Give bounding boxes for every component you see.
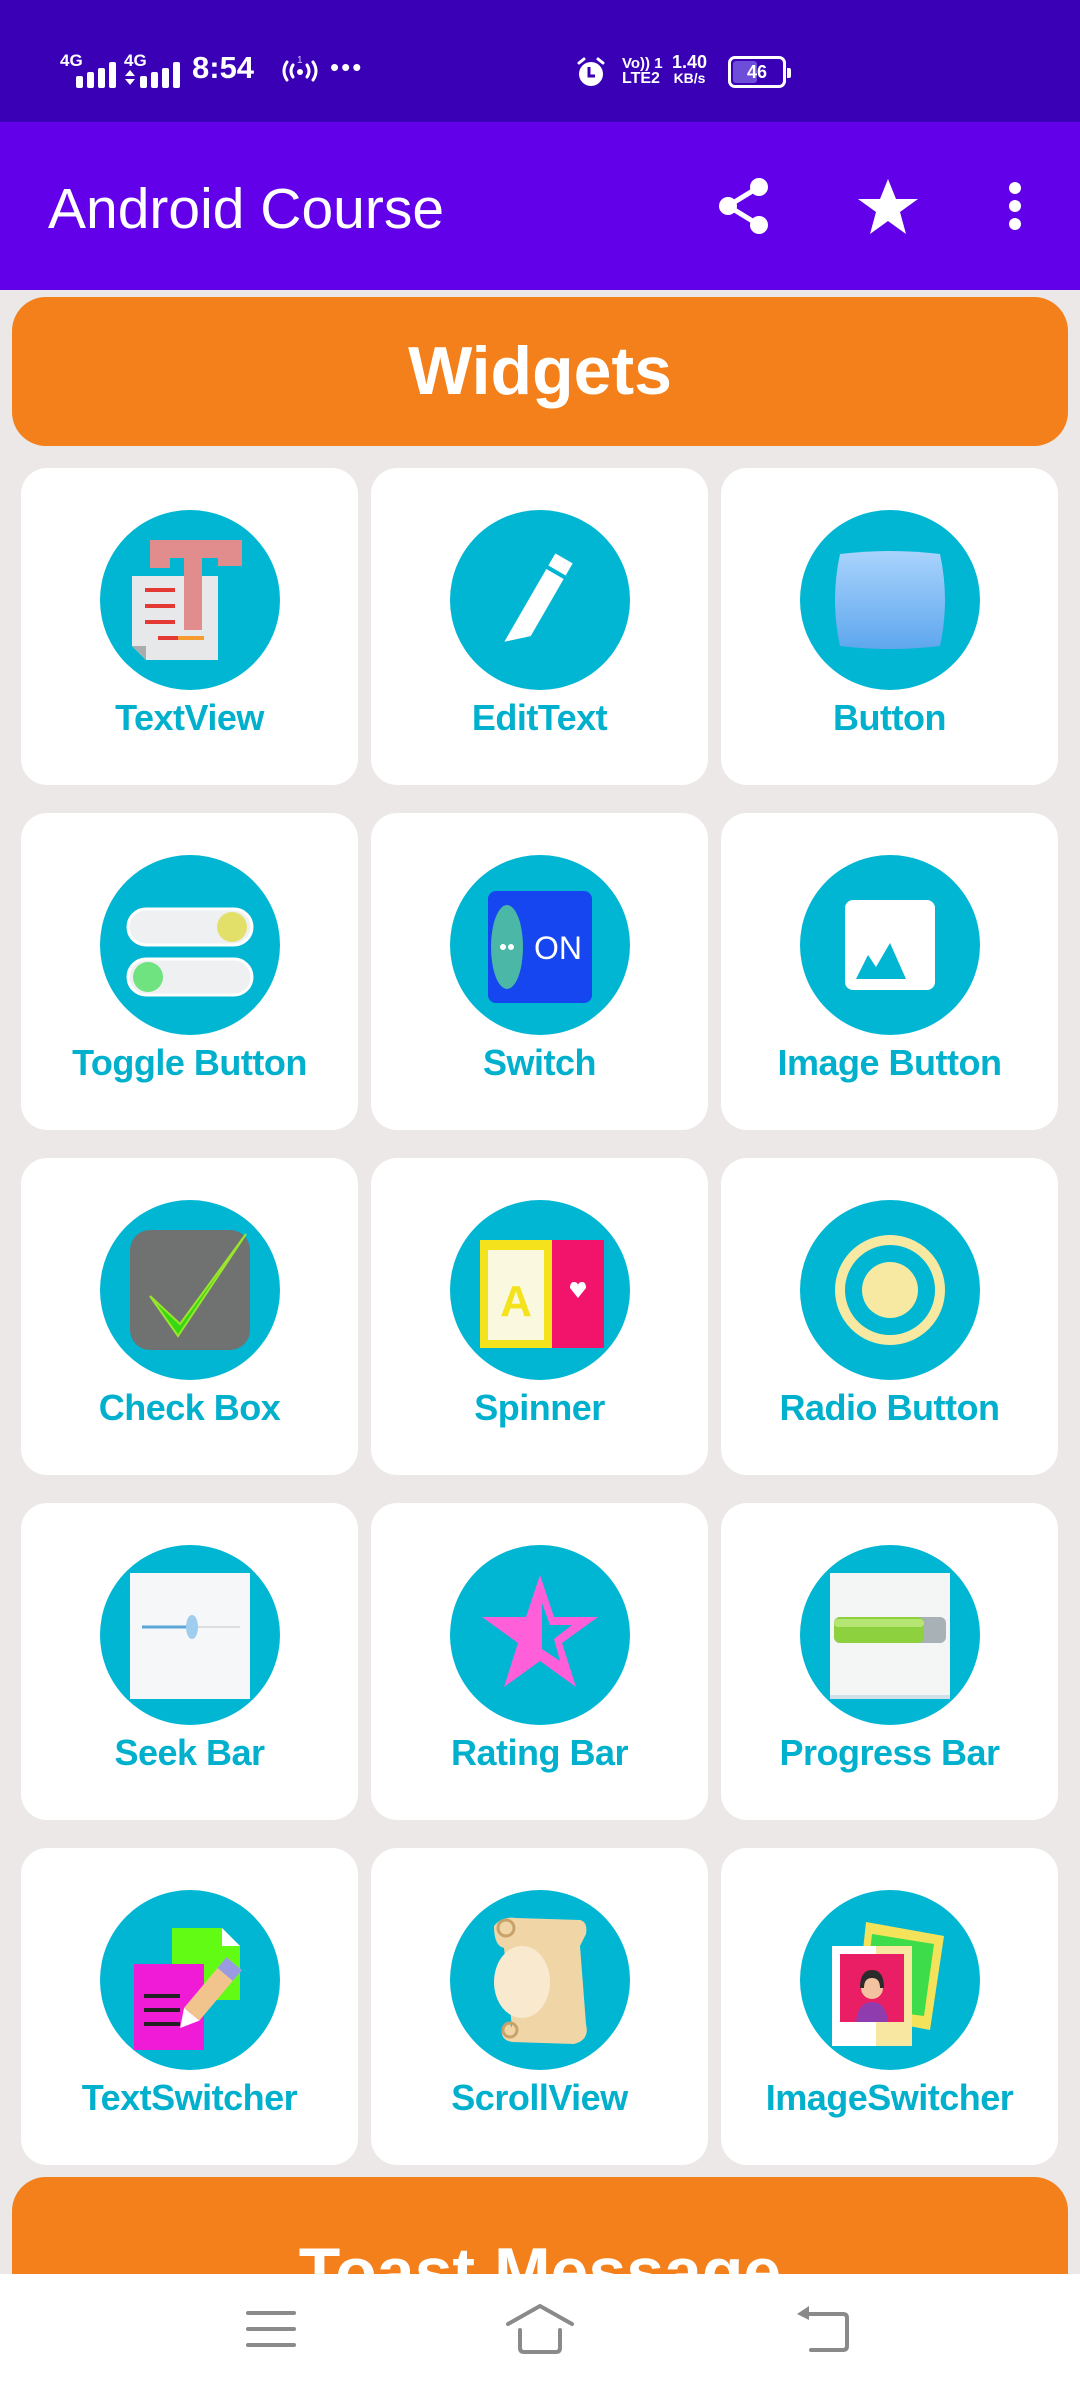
widget-label: Rating Bar (450, 1732, 629, 1773)
widget-card-imageswitcher[interactable]: ImageSwitcher (721, 1848, 1058, 2165)
textswitcher-icon (100, 1890, 280, 2070)
widget-label: Progress Bar (779, 1732, 1000, 1773)
menu-icon (246, 2311, 296, 2347)
widget-label: EditText (471, 697, 608, 738)
button-icon (800, 510, 980, 690)
widget-card-switch[interactable]: ON Switch (371, 813, 708, 1130)
app-title: Android Course (48, 177, 445, 241)
more-notifications-icon: ••• (330, 52, 364, 82)
switch-icon: ON (450, 855, 630, 1035)
checkbox-icon (100, 1200, 280, 1380)
widget-label: Seek Bar (114, 1732, 265, 1773)
widget-card-image-button[interactable]: Image Button (721, 813, 1058, 1130)
widget-label: TextSwitcher (81, 2077, 298, 2118)
battery-icon: 46 (728, 56, 791, 88)
widget-card-edittext[interactable]: EditText (371, 468, 708, 785)
screen: 4G 4G 8:54 1 ••• Vo)) 1 LTE2 1.40 KB/s 4… (0, 0, 1080, 2400)
widget-label: Spinner (474, 1387, 605, 1428)
image-icon (800, 855, 980, 1035)
volte-indicator: Vo)) 1 LTE2 (622, 55, 663, 87)
star-icon (858, 179, 918, 234)
more-options-button[interactable] (983, 174, 1047, 238)
widget-card-spinner[interactable]: A Spinner (371, 1158, 708, 1475)
more-vert-icon (1009, 182, 1021, 230)
progressbar-icon (800, 1545, 980, 1725)
widget-card-textview[interactable]: TextView (21, 468, 358, 785)
alarm-icon (575, 56, 607, 88)
svg-text:ON: ON (534, 930, 582, 966)
data-activity-icon (125, 70, 135, 85)
widget-card-button[interactable]: Button (721, 468, 1058, 785)
system-nav-bar (0, 2274, 1080, 2400)
sim2-signal: 4G (124, 52, 186, 88)
spinner-icon: A (450, 1200, 630, 1380)
app-bar: Android Course (0, 122, 1080, 290)
signal-bars-icon (140, 62, 180, 88)
network-speed: 1.40 KB/s (672, 52, 708, 86)
hotspot-icon: 1 (278, 54, 322, 93)
widget-label: ScrollView (451, 2077, 628, 2118)
widget-label: Image Button (777, 1042, 1003, 1083)
toggle-icon (100, 855, 280, 1035)
widgets-grid: TextView EditText Button Toggle Button O… (21, 468, 1059, 2165)
battery-percent: 46 (746, 62, 768, 82)
recent-apps-button[interactable] (226, 2294, 316, 2364)
signal-bars-icon (76, 62, 116, 88)
widget-label: TextView (115, 697, 264, 738)
share-button[interactable] (712, 174, 776, 238)
widget-label: ImageSwitcher (765, 2077, 1014, 2118)
widget-card-rating-bar[interactable]: Rating Bar (371, 1503, 708, 1820)
radio-icon (800, 1200, 980, 1380)
widget-card-progress-bar[interactable]: Progress Bar (721, 1503, 1058, 1820)
clock: 8:54 (192, 50, 255, 85)
widget-card-toggle-button[interactable]: Toggle Button (21, 813, 358, 1130)
widgets-section-header[interactable]: Widgets (12, 297, 1068, 446)
seekbar-icon (100, 1545, 280, 1725)
imageswitcher-icon (800, 1890, 980, 2070)
widget-card-scrollview[interactable]: ScrollView (371, 1848, 708, 2165)
widget-label: Toggle Button (72, 1042, 307, 1083)
status-bar: 4G 4G 8:54 1 ••• Vo)) 1 LTE2 1.40 KB/s 4… (0, 0, 1080, 122)
favorite-button[interactable] (856, 174, 920, 238)
rating-star-icon (450, 1545, 630, 1725)
back-icon (797, 2306, 849, 2352)
pencil-icon (450, 510, 630, 690)
home-button[interactable] (495, 2294, 585, 2364)
sim1-signal: 4G (60, 52, 122, 88)
widget-label: Radio Button (779, 1387, 1000, 1428)
textview-icon (100, 510, 280, 690)
scroll-icon (450, 1890, 630, 2070)
widget-card-seek-bar[interactable]: Seek Bar (21, 1503, 358, 1820)
home-icon (506, 2304, 574, 2354)
widget-label: Button (833, 697, 946, 738)
widget-label: Switch (482, 1042, 597, 1083)
back-button[interactable] (778, 2294, 868, 2364)
widget-card-textswitcher[interactable]: TextSwitcher (21, 1848, 358, 2165)
widget-card-check-box[interactable]: Check Box (21, 1158, 358, 1475)
widget-label: Check Box (98, 1387, 281, 1428)
svg-text:A: A (500, 1277, 532, 1326)
share-icon (719, 178, 768, 234)
svg-text:1: 1 (297, 55, 303, 66)
widget-card-radio-button[interactable]: Radio Button (721, 1158, 1058, 1475)
